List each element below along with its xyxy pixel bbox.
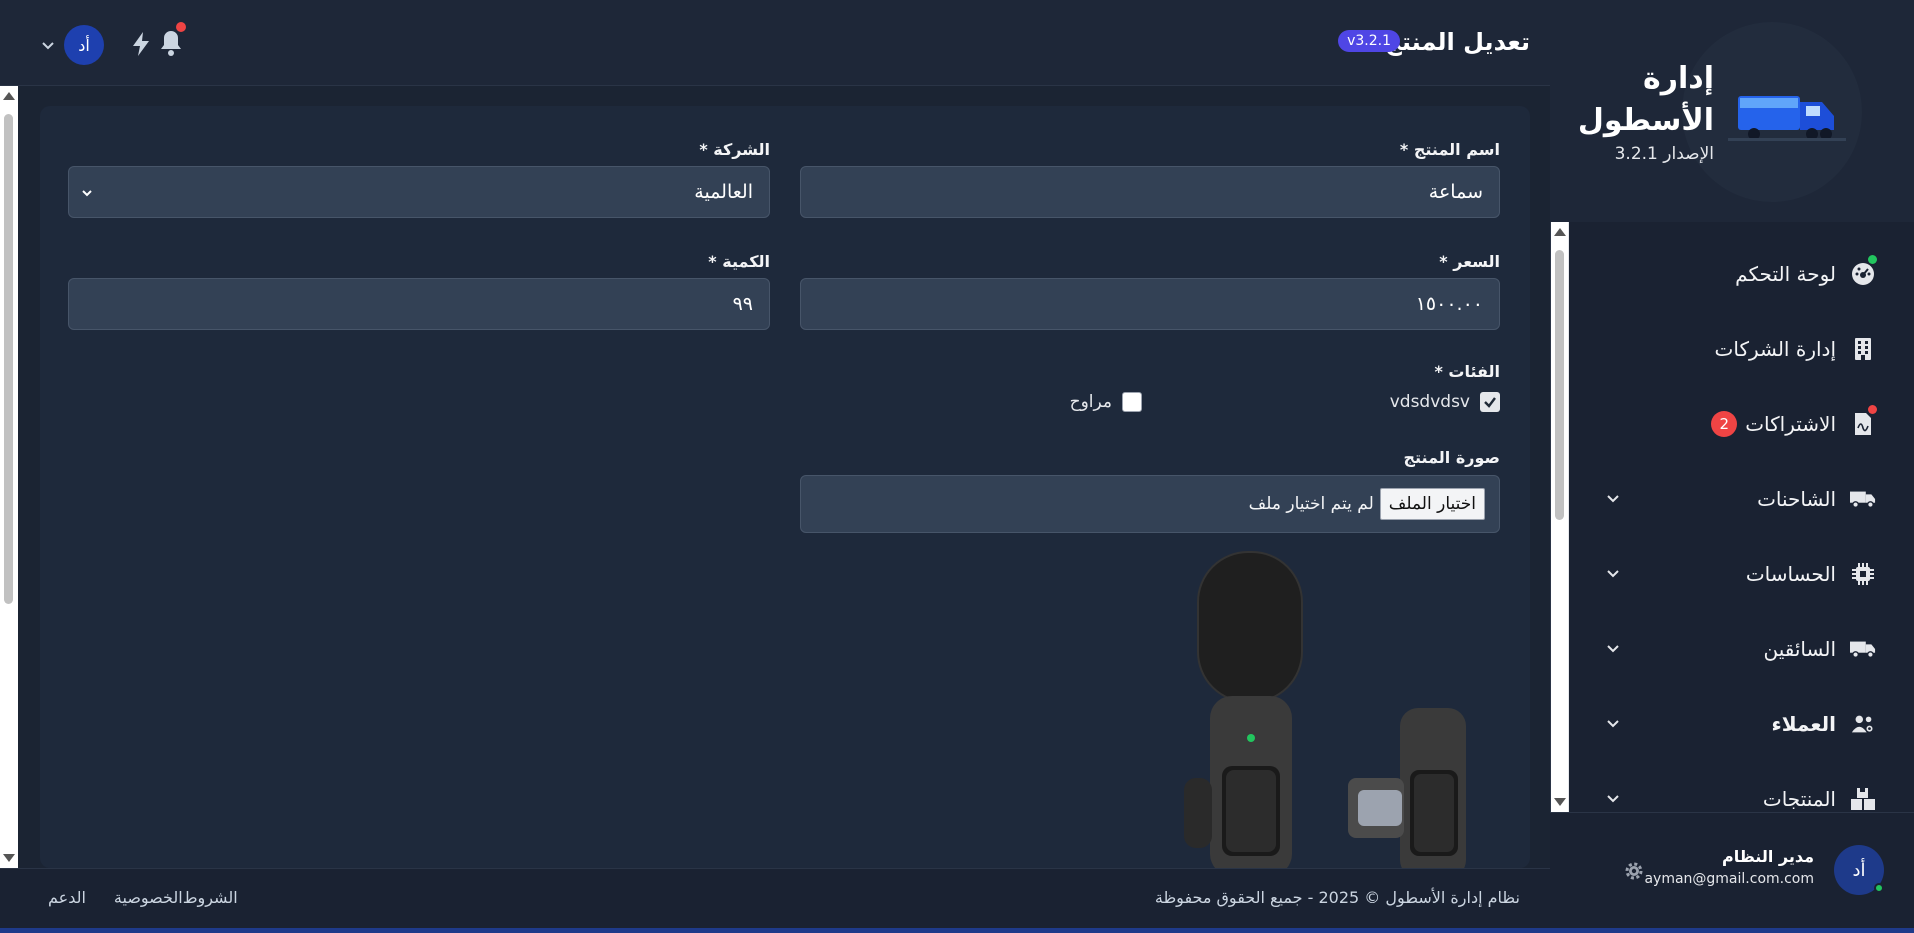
- user-avatar[interactable]: أد: [1834, 845, 1884, 895]
- product-name-input[interactable]: سماعة: [800, 166, 1500, 218]
- chevron-down-icon[interactable]: [1606, 491, 1620, 505]
- quantity-value: ٩٩: [732, 293, 753, 315]
- product-image-preview: [1184, 551, 1466, 868]
- user-email: ayman@gmail.com.com: [1644, 871, 1814, 887]
- bolt-icon[interactable]: [128, 30, 154, 58]
- gear-icon[interactable]: [1622, 859, 1646, 883]
- scroll-up-arrow-icon[interactable]: [3, 92, 15, 100]
- sidebar-item-label: الحساسات: [1745, 562, 1836, 586]
- notification-dot: [176, 22, 186, 32]
- chevron-down-icon[interactable]: [1606, 566, 1620, 580]
- document-icon: [1850, 405, 1877, 437]
- category-label: مراوح: [1069, 392, 1112, 412]
- footer-link-terms[interactable]: الشروط: [183, 888, 238, 907]
- sidebar-item-customers[interactable]: العملاء: [1568, 694, 1914, 754]
- sidebar-scrollbar[interactable]: [1551, 222, 1569, 812]
- truck-logo-icon: [1728, 96, 1846, 141]
- sidebar-item-label: العملاء: [1771, 712, 1836, 736]
- quantity-input[interactable]: ٩٩: [68, 278, 770, 330]
- quantity-label: الكمية *: [708, 252, 770, 271]
- company-selected-value: العالمية: [694, 181, 753, 203]
- scroll-down-arrow-icon[interactable]: [3, 854, 15, 862]
- sidebar-nav: لوحة التحكم إدارة الشركات الاشتراكات 2 ا…: [1550, 222, 1914, 812]
- brand-header: إدارة الأسطول الإصدار 3.2.1: [1550, 0, 1914, 222]
- truck-icon: [1850, 486, 1876, 512]
- scrollbar-thumb[interactable]: [1555, 250, 1564, 520]
- category-option[interactable]: مراوح: [1070, 392, 1142, 412]
- product-name-value: سماعة: [1428, 181, 1483, 203]
- sidebar-item-label: إدارة الشركات: [1714, 337, 1836, 361]
- footer-copyright: نظام إدارة الأسطول © 2025 - جميع الحقوق …: [1154, 888, 1520, 907]
- product-name-label: اسم المنتج *: [1399, 140, 1500, 159]
- edit-product-form: اسم المنتج * سماعة الشركة * العالمية الس…: [40, 106, 1530, 868]
- bell-icon[interactable]: [158, 22, 186, 58]
- product-image-label: صورة المنتج: [1403, 448, 1500, 467]
- brand-version: الإصدار 3.2.1: [1614, 144, 1714, 164]
- chevron-down-icon[interactable]: [40, 37, 56, 53]
- page-title: تعديل المنتج: [1384, 28, 1530, 56]
- sidebar-item-label: السائقين: [1763, 637, 1836, 661]
- users-icon: [1850, 711, 1876, 737]
- sidebar-item-label: المنتجات: [1762, 787, 1836, 811]
- chevron-down-icon[interactable]: [1606, 641, 1620, 655]
- scroll-down-arrow-icon[interactable]: [1554, 798, 1566, 806]
- sidebar-item-subscriptions[interactable]: الاشتراكات 2: [1568, 394, 1914, 454]
- footer-link-group: الشروط الخصوصية: [114, 888, 238, 907]
- price-value: ١٥٠٠.٠٠: [1415, 293, 1483, 315]
- user-name: مدير النظام: [1721, 847, 1814, 866]
- brand-title-line2: الأسطول: [1577, 103, 1714, 138]
- footer-link-privacy[interactable]: الخصوصية: [114, 888, 183, 907]
- status-dot: [1868, 255, 1877, 264]
- chevron-down-icon[interactable]: [1606, 791, 1620, 805]
- sidebar: إدارة الأسطول الإصدار 3.2.1 لوحة التحكم …: [1550, 0, 1914, 933]
- page-scrollbar[interactable]: [0, 86, 18, 868]
- sidebar-item-label: الشاحنات: [1757, 487, 1836, 511]
- avatar-initials: أد: [1852, 859, 1866, 881]
- building-icon: [1850, 336, 1876, 362]
- boxes-icon: [1850, 786, 1876, 812]
- category-label: vdsdvdsv: [1389, 392, 1470, 412]
- brand-title: إدارة الأسطول: [1578, 58, 1714, 142]
- footer-links: الشروط الخصوصية الدعم: [48, 888, 238, 907]
- category-option[interactable]: vdsdvdsv: [1390, 392, 1500, 412]
- product-image-file-input[interactable]: اختيار الملف لم يتم اختيار ملف: [800, 475, 1500, 533]
- sidebar-item-dashboard[interactable]: لوحة التحكم: [1568, 244, 1914, 304]
- truck-icon: [1850, 636, 1876, 662]
- price-input[interactable]: ١٥٠٠.٠٠: [800, 278, 1500, 330]
- user-avatar[interactable]: أد: [64, 25, 104, 65]
- sidebar-item-trucks[interactable]: الشاحنات: [1568, 469, 1914, 529]
- dashboard-icon: [1850, 255, 1877, 287]
- price-label: السعر *: [1439, 252, 1500, 271]
- sidebar-item-companies[interactable]: إدارة الشركات: [1568, 319, 1914, 379]
- online-status-dot: [1874, 883, 1884, 893]
- brand-title-line1: إدارة: [1643, 61, 1714, 96]
- file-status: لم يتم اختيار ملف: [1248, 494, 1374, 514]
- avatar-initials: أد: [78, 35, 90, 55]
- choose-file-button[interactable]: اختيار الملف: [1379, 488, 1485, 520]
- checkbox-unchecked[interactable]: [1122, 392, 1142, 412]
- sidebar-item-sensors[interactable]: الحساسات: [1568, 544, 1914, 604]
- check-icon: [1484, 397, 1496, 408]
- footer: نظام إدارة الأسطول © 2025 - جميع الحقوق …: [0, 868, 1550, 928]
- categories-label: الفئات *: [1434, 362, 1500, 381]
- subscriptions-count-badge: 2: [1711, 411, 1738, 437]
- notification-dot: [1868, 405, 1877, 414]
- sidebar-item-label: الاشتراكات: [1745, 412, 1836, 436]
- sidebar-item-drivers[interactable]: السائقين: [1568, 619, 1914, 679]
- company-select[interactable]: العالمية: [68, 166, 770, 218]
- scrollbar-thumb[interactable]: [4, 114, 13, 604]
- top-bar: تعديل المنتج v3.2.1 أد: [0, 0, 1550, 86]
- window-bottom-strip: [0, 928, 1914, 933]
- user-panel: أد مدير النظام ayman@gmail.com.com: [1550, 812, 1914, 933]
- scroll-up-arrow-icon[interactable]: [1554, 228, 1566, 236]
- chip-icon: [1850, 561, 1876, 587]
- footer-link-support[interactable]: الدعم: [48, 888, 86, 907]
- version-badge: v3.2.1: [1338, 30, 1400, 52]
- sidebar-item-label: لوحة التحكم: [1735, 262, 1836, 286]
- company-label: الشركة *: [699, 140, 770, 159]
- checkbox-checked[interactable]: [1480, 392, 1500, 412]
- chevron-down-icon: [82, 190, 92, 197]
- sidebar-item-products[interactable]: المنتجات: [1568, 769, 1914, 812]
- chevron-down-icon[interactable]: [1606, 716, 1620, 730]
